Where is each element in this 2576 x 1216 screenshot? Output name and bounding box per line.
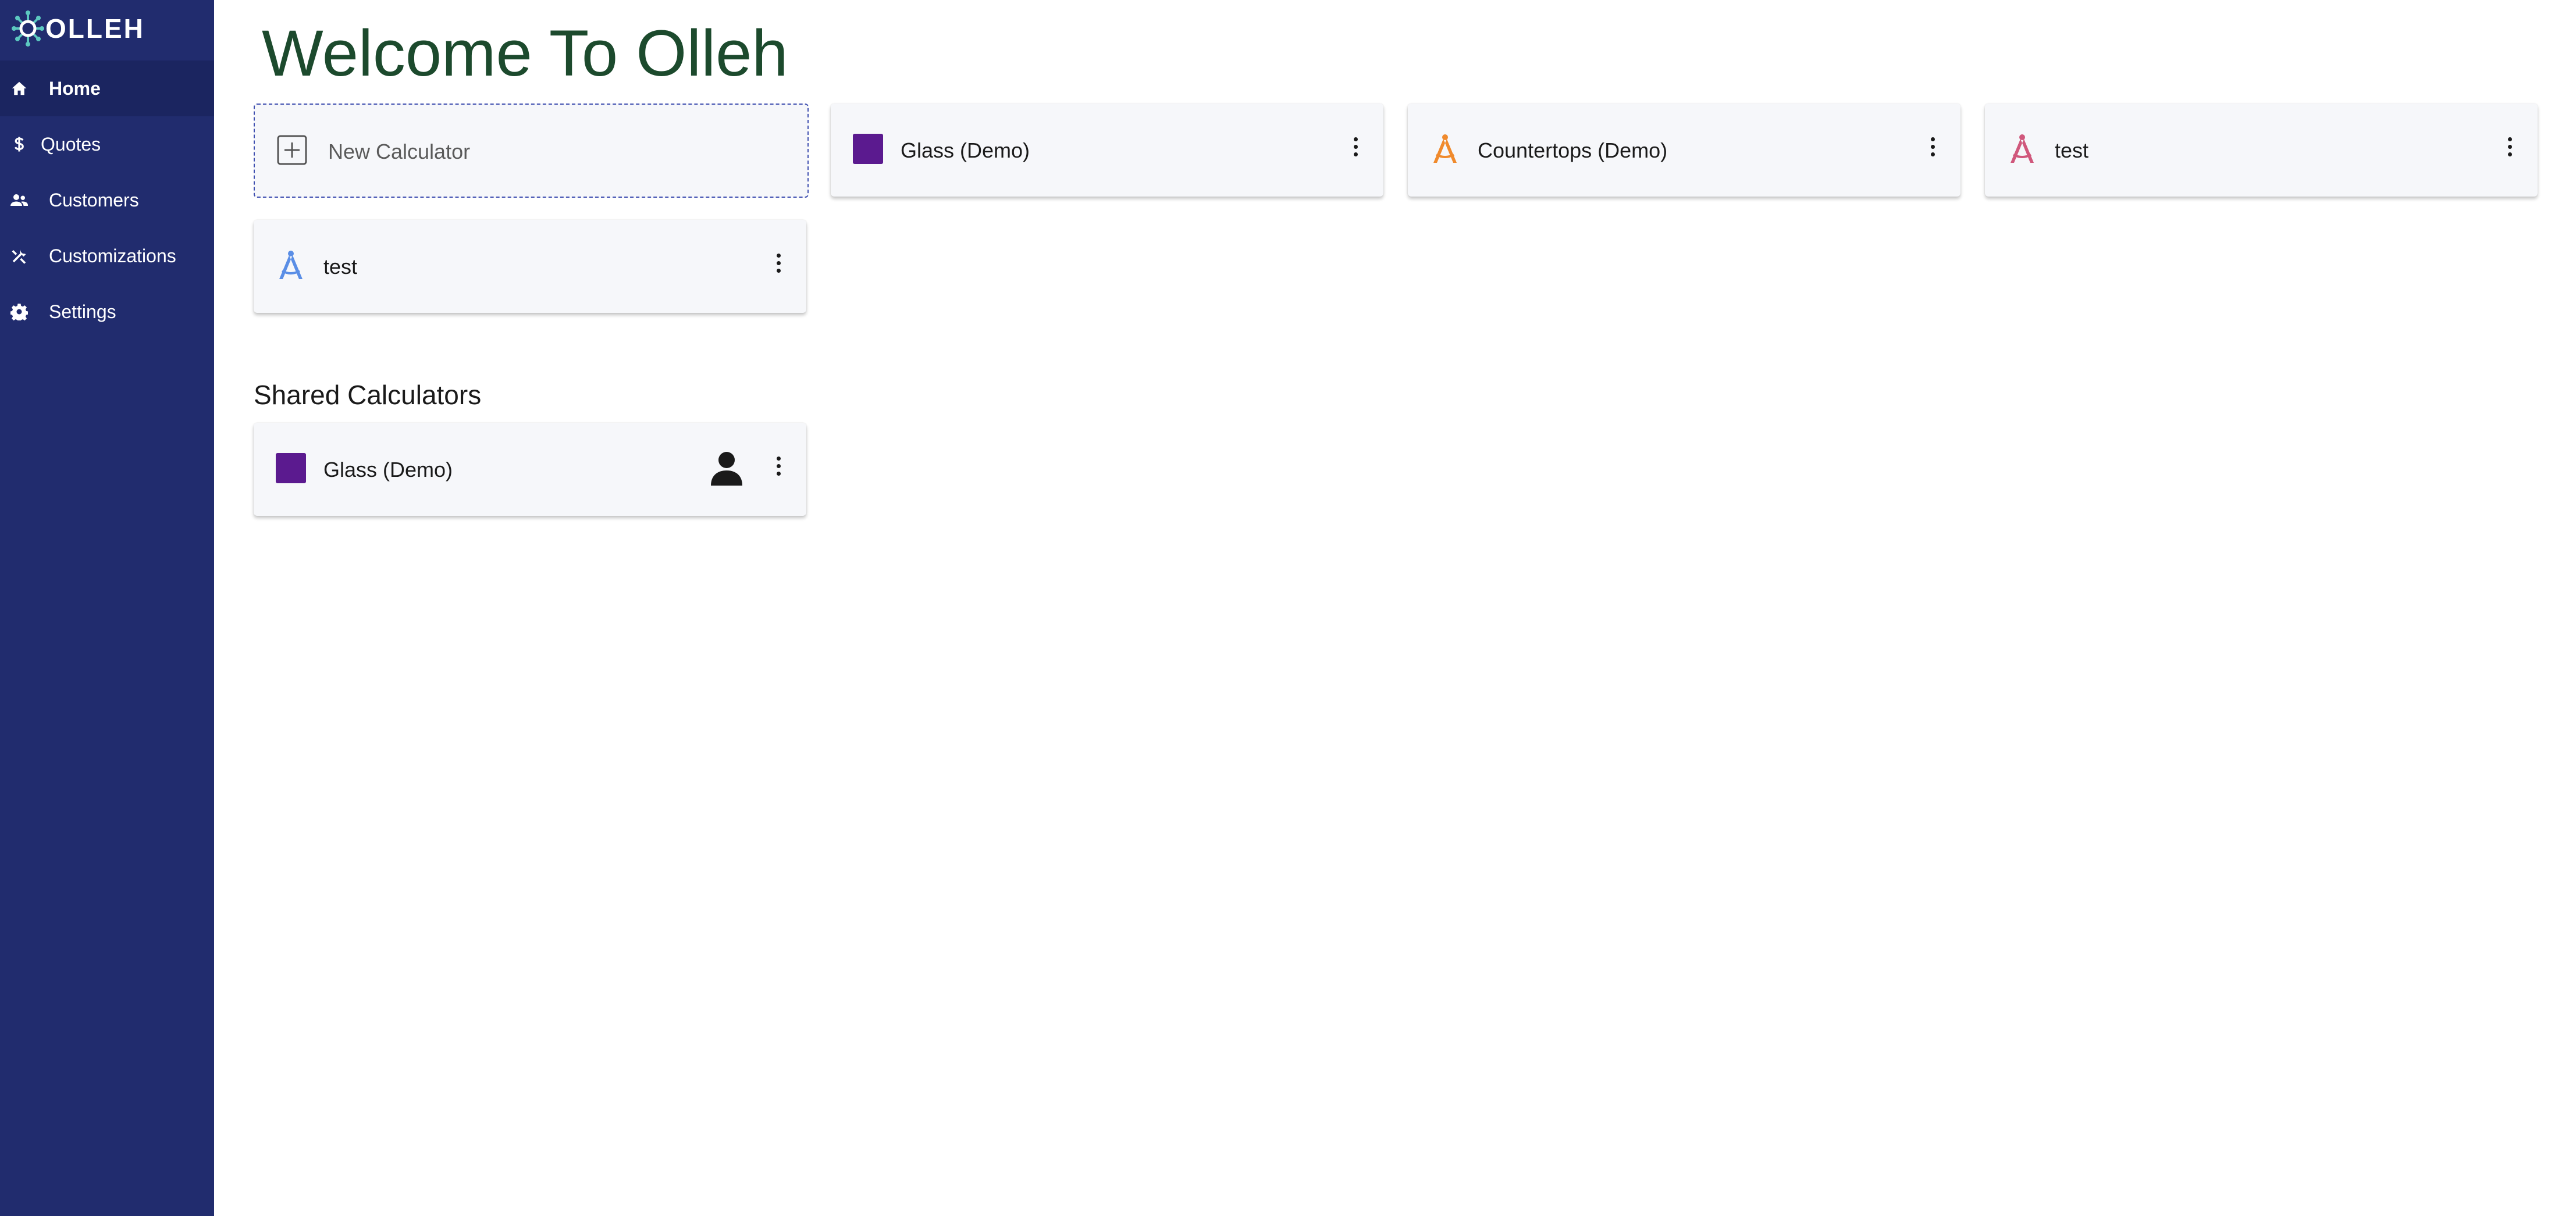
calculator-name: Countertops (Demo) <box>1478 138 1668 162</box>
new-calculator-button[interactable]: New Calculator <box>254 104 809 198</box>
calculator-card-test[interactable]: test <box>254 220 806 313</box>
gear-icon <box>10 304 28 320</box>
person-icon[interactable] <box>710 451 743 486</box>
tools-icon <box>12 249 26 264</box>
sidebar: OLLEH Home Quotes Customers Customizatio… <box>0 0 214 1216</box>
calculator-name: test <box>2055 138 2089 162</box>
purple-square-icon <box>853 134 883 164</box>
calculator-name: test <box>323 255 358 279</box>
sidebar-item-customers[interactable]: Customers <box>0 172 214 228</box>
add-box-icon <box>277 135 307 165</box>
calculator-card-countertops-demo[interactable]: Countertops (Demo) <box>1408 104 1961 197</box>
sidebar-item-label: Customizations <box>49 245 176 266</box>
olleh-logo[interactable]: OLLEH <box>12 10 145 47</box>
page-title: Welcome To Olleh <box>262 17 788 90</box>
sidebar-item-label: Settings <box>49 301 116 322</box>
main-content: Welcome To Olleh New Calculator Glass (D… <box>214 0 2576 1216</box>
shared-calculator-card-glass-demo[interactable]: Glass (Demo) <box>254 423 806 516</box>
compass-icon <box>1433 134 1457 163</box>
people-icon <box>10 194 28 206</box>
more-options-icon[interactable] <box>775 457 782 480</box>
calculator-card-test[interactable]: test <box>1985 104 2538 197</box>
more-options-icon[interactable] <box>775 254 782 277</box>
compass-icon <box>279 251 303 279</box>
more-options-icon[interactable] <box>1929 137 1936 161</box>
logo-mark-icon <box>12 10 44 47</box>
sidebar-item-label: Customers <box>49 190 139 211</box>
purple-square-icon <box>276 453 306 483</box>
sidebar-item-label: Quotes <box>41 134 101 155</box>
sidebar-item-settings[interactable]: Settings <box>0 284 214 340</box>
sidebar-item-quotes[interactable]: Quotes <box>0 116 214 172</box>
sidebar-item-label: Home <box>49 78 101 99</box>
shared-calculators-heading: Shared Calculators <box>254 380 482 410</box>
more-options-icon[interactable] <box>2506 137 2513 161</box>
new-calculator-label: New Calculator <box>328 140 471 163</box>
home-icon <box>12 81 27 95</box>
sidebar-item-home[interactable]: Home <box>0 60 214 116</box>
sidebar-item-customizations[interactable]: Customizations <box>0 228 214 284</box>
logo-text: OLLEH <box>45 13 145 44</box>
sidebar-nav: Home Quotes Customers Customizations Set… <box>0 60 214 340</box>
calculator-card-glass-demo[interactable]: Glass (Demo) <box>831 104 1383 197</box>
calculator-name: Glass (Demo) <box>901 138 1030 162</box>
compass-icon <box>2011 134 2034 163</box>
calculator-name: Glass (Demo) <box>323 458 453 482</box>
dollar-icon <box>14 137 24 152</box>
more-options-icon[interactable] <box>1352 137 1359 161</box>
